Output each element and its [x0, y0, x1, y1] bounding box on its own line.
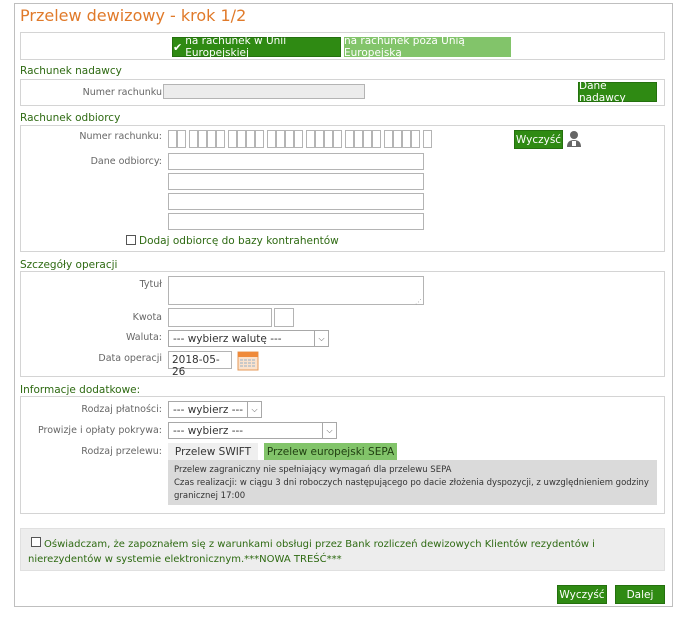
- account-digit-cell[interactable]: [285, 130, 294, 148]
- footer-clear-button[interactable]: Wyczyść: [557, 585, 607, 604]
- extra-section-title: Informacje dodatkowe:: [20, 384, 141, 396]
- account-digit-cell[interactable]: [372, 130, 381, 148]
- account-digit-cell[interactable]: [411, 130, 420, 148]
- fees-label: Prowizje i opłaty pokrywa:: [37, 425, 162, 436]
- account-digit-cell[interactable]: [402, 130, 411, 148]
- check-icon: ✔: [173, 40, 183, 54]
- add-contractor-checkbox[interactable]: [126, 235, 136, 245]
- account-digit-cell[interactable]: [267, 130, 276, 148]
- payment-type-select[interactable]: --- wybierz --- ⌵: [168, 401, 262, 418]
- account-digit-cell[interactable]: [393, 130, 402, 148]
- account-digit-cell[interactable]: [255, 130, 264, 148]
- transfer-info-line-2: Czas realizacji: w ciągu 3 dni roboczych…: [174, 478, 649, 501]
- date-input[interactable]: 2018-05-26: [168, 351, 232, 378]
- account-digit-cell[interactable]: [177, 130, 186, 148]
- recipient-data-label: Dane odbiorcy:: [90, 156, 162, 167]
- account-digit-cell[interactable]: [246, 130, 255, 148]
- footer-next-button[interactable]: Dalej: [615, 585, 665, 604]
- sender-section-title: Rachunek nadawcy: [20, 65, 122, 77]
- details-section-title: Szczegóły operacji: [20, 259, 118, 271]
- date-label: Data operacji: [98, 353, 162, 364]
- account-digit-cell[interactable]: [216, 130, 225, 148]
- account-digit-cell[interactable]: [423, 130, 432, 148]
- currency-label: Waluta:: [125, 332, 162, 343]
- account-digit-cell[interactable]: [198, 130, 207, 148]
- resize-handle-icon: ⋰: [415, 298, 422, 306]
- sender-details-button[interactable]: Dane nadawcy: [578, 80, 657, 104]
- page-title: Przelew dewizowy - krok 1/2: [20, 6, 247, 25]
- transfer-info-line-1: Przelew zagraniczny nie spełniający wyma…: [174, 465, 452, 475]
- account-digit-cell[interactable]: [189, 130, 198, 148]
- recipient-data-line-3[interactable]: [168, 193, 424, 210]
- title-textarea[interactable]: ⋰: [168, 276, 424, 306]
- chevron-down-icon: ⌵: [314, 331, 328, 346]
- account-digit-cell[interactable]: [363, 130, 372, 148]
- title-label: Tytuł: [139, 279, 162, 290]
- recipient-account-label: Numer rachunku:: [79, 131, 162, 142]
- recipient-data-line-2[interactable]: [168, 173, 424, 190]
- amount-integer-input[interactable]: [168, 308, 272, 327]
- account-digit-cell[interactable]: [345, 130, 354, 148]
- sender-account-label: Numer rachunku: [82, 87, 162, 98]
- account-digit-cell[interactable]: [294, 130, 303, 148]
- account-digit-cell[interactable]: [168, 130, 177, 148]
- fees-select[interactable]: --- wybierz --- ⌵: [168, 422, 337, 439]
- transfer-destination-toggle: [20, 32, 665, 60]
- recipient-data-line-1[interactable]: [168, 153, 424, 170]
- non-eu-account-button[interactable]: na rachunek poza Unią Europejską: [344, 35, 511, 59]
- amount-label: Kwota: [132, 312, 162, 323]
- account-digit-cell[interactable]: [384, 130, 393, 148]
- sender-account-select[interactable]: [163, 84, 365, 99]
- consent-text[interactable]: Oświadczam, że zapoznałem się z warunkam…: [28, 537, 658, 567]
- transfer-type-label: Rodzaj przelewu:: [81, 446, 162, 457]
- account-digit-cell[interactable]: [333, 130, 342, 148]
- account-digit-cell[interactable]: [315, 130, 324, 148]
- account-digit-cell[interactable]: [306, 130, 315, 148]
- payment-type-label: Rodzaj płatności:: [81, 404, 162, 415]
- account-digit-cell[interactable]: [276, 130, 285, 148]
- chevron-down-icon: ⌵: [322, 423, 336, 438]
- account-digit-cell[interactable]: [324, 130, 333, 148]
- currency-select[interactable]: --- wybierz walutę --- ⌵: [168, 330, 329, 347]
- amount-decimal-input[interactable]: [274, 308, 294, 327]
- chevron-down-icon: ⌵: [247, 402, 261, 417]
- recipient-data-line-4[interactable]: [168, 213, 424, 230]
- tab-sepa[interactable]: Przelew europejski SEPA: [264, 443, 397, 461]
- eu-account-button[interactable]: ✔ na rachunek w Unii Europejskiej: [172, 35, 341, 59]
- recipient-section-title: Rachunek odbiorcy: [20, 112, 121, 124]
- tab-swift[interactable]: Przelew SWIFT: [168, 443, 258, 461]
- account-digit-cell[interactable]: [237, 130, 246, 148]
- calendar-icon[interactable]: [237, 350, 259, 371]
- transfer-info-box: Przelew zagraniczny nie spełniający wyma…: [168, 460, 657, 505]
- account-digit-cell[interactable]: [354, 130, 363, 148]
- contact-person-icon[interactable]: [566, 130, 582, 148]
- account-digit-cell[interactable]: [228, 130, 237, 148]
- add-contractor-label[interactable]: Dodaj odbiorcę do bazy kontrahentów: [139, 235, 339, 247]
- recipient-clear-button[interactable]: Wyczyść: [514, 130, 563, 149]
- account-digit-cell[interactable]: [207, 130, 216, 148]
